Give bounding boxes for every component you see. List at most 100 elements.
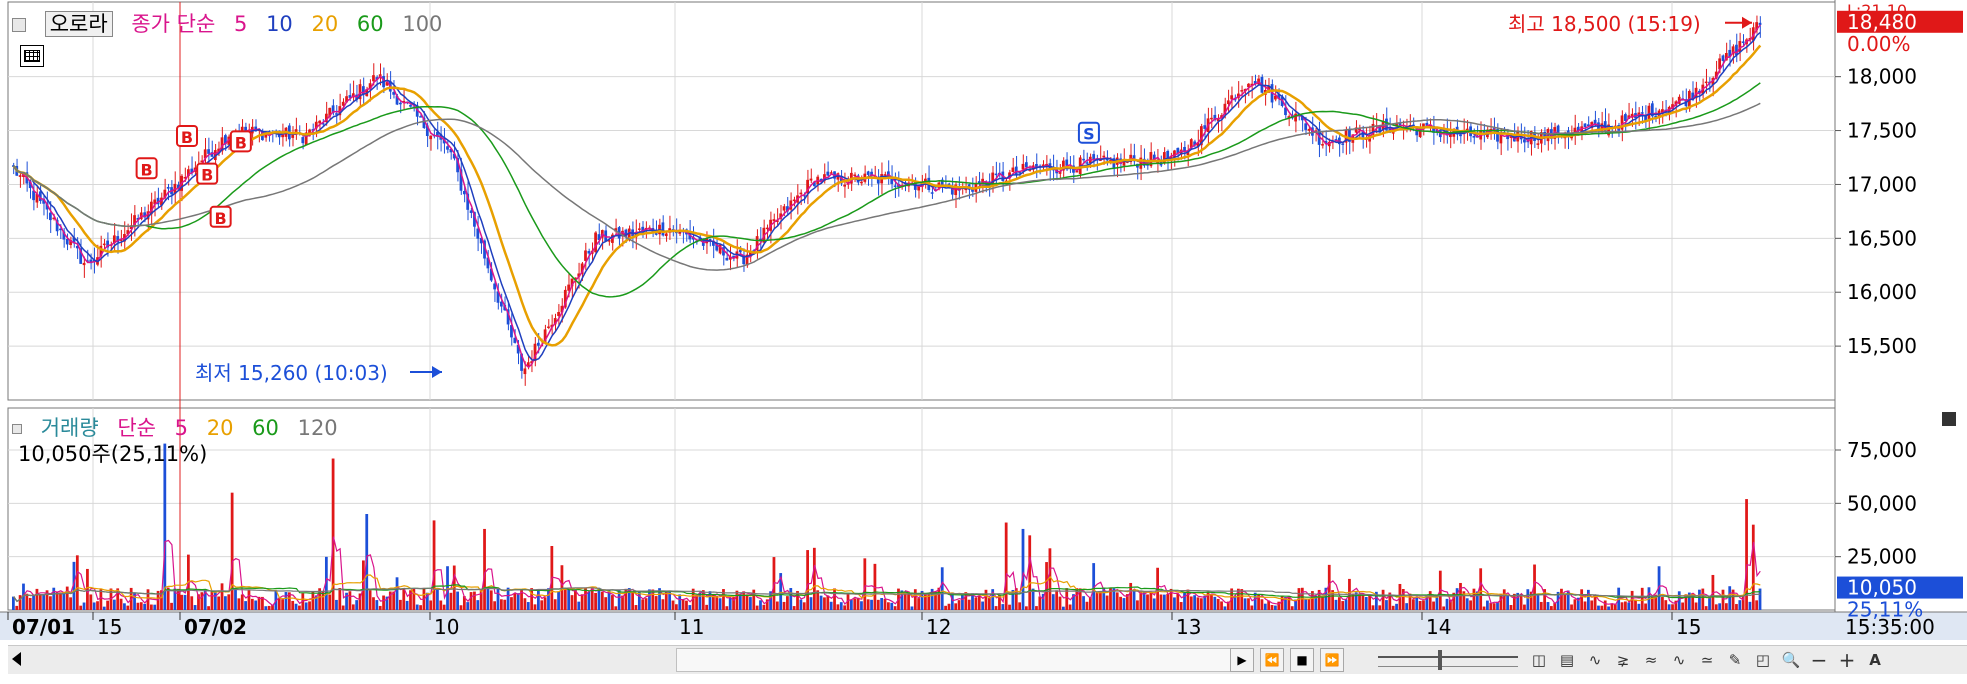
chart-setting-icon[interactable]: ◫ [1528, 649, 1550, 671]
volume-bar [940, 567, 944, 610]
stock-chart-svg: 15,500 16,000 16,500 17,000 17,500 18,000 25,0… [0, 0, 1967, 645]
candle-body [1085, 162, 1089, 164]
zoom-slider-handle[interactable] [1438, 650, 1442, 670]
volume-bar [530, 588, 534, 610]
volume-bar [1634, 599, 1637, 610]
volume-bar [1203, 595, 1207, 610]
ma-100-label[interactable]: 100 [402, 12, 442, 36]
tool-e-icon[interactable]: ✎ [1724, 649, 1746, 671]
volume-tick-label: 75,000 [1847, 438, 1917, 462]
zoom-slider[interactable] [1378, 650, 1518, 670]
volume-bar [267, 605, 271, 610]
candle-body [594, 232, 597, 253]
candle-body [1014, 166, 1018, 175]
tool-f-icon[interactable]: ◰ [1752, 649, 1774, 671]
line-tool-icon[interactable]: ∿ [1584, 649, 1606, 671]
fast-forward-button[interactable]: ⏩ [1320, 648, 1344, 672]
volume-bar [244, 601, 247, 610]
ma-60-label[interactable]: 60 [357, 12, 384, 36]
volume-bar [483, 528, 486, 610]
volume-bar [829, 601, 833, 610]
ma-5-label[interactable]: 5 [234, 12, 247, 36]
volume-bar [1664, 600, 1668, 610]
minus-icon[interactable]: − [1808, 648, 1830, 672]
rewind-button[interactable]: ⏪ [1260, 648, 1284, 672]
volume-panel-close-button[interactable] [1942, 412, 1956, 426]
volume-bar [355, 600, 359, 610]
volume-bar [674, 604, 678, 610]
volume-bar [1465, 598, 1469, 610]
volume-bar [254, 600, 258, 610]
price-indicator-label[interactable]: 종가 단순 [131, 12, 215, 36]
volume-bar [486, 588, 490, 610]
buy-signal-label: B [235, 133, 247, 152]
candle-body [661, 222, 665, 236]
volume-bar [819, 595, 823, 610]
ma-20-label[interactable]: 20 [311, 12, 338, 36]
volume-bar [513, 593, 517, 610]
volume-bar [775, 601, 779, 610]
tool-b-icon[interactable]: ≈ [1640, 649, 1662, 671]
volume-bar [506, 587, 510, 610]
volume-bar [1549, 606, 1553, 610]
volume-bar [503, 599, 507, 610]
ma-10-label[interactable]: 10 [266, 12, 293, 36]
volume-bar [1159, 594, 1163, 610]
volume-bar [250, 598, 254, 610]
vol-ma-20-label[interactable]: 20 [207, 416, 234, 440]
volume-legend-box[interactable] [12, 424, 22, 434]
volume-indicator-label[interactable]: 단순 [117, 416, 156, 440]
date-tick-label: 07/02 [184, 615, 247, 639]
volume-bar [419, 605, 422, 610]
volume-bar [284, 592, 288, 610]
zoom-in-icon[interactable]: 🔍 [1780, 649, 1802, 671]
window-icon[interactable]: ▤ [1556, 649, 1578, 671]
volume-bar [944, 605, 947, 610]
volume-bar [1681, 602, 1684, 610]
volume-bar [560, 565, 564, 610]
tool-a-icon[interactable]: ⪈ [1612, 649, 1634, 671]
text-icon[interactable]: A [1864, 649, 1886, 671]
plus-icon[interactable]: + [1836, 648, 1858, 672]
volume-bar [890, 602, 894, 610]
volume-bar [136, 602, 140, 610]
volume-bar [1085, 601, 1089, 610]
volume-bar [1371, 605, 1375, 610]
candle-body [883, 174, 887, 176]
play-button[interactable]: ▶ [1230, 648, 1254, 672]
bottom-scrollbar[interactable]: ▶ ⏪ ■ ⏩ ◫ ▤ ∿ ⪈ ≈ ∿ ≃ ✎ ◰ 🔍 − + A [8, 645, 1967, 674]
vol-ma-60-label[interactable]: 60 [252, 416, 279, 440]
vol-ma-120-label[interactable]: 120 [298, 416, 338, 440]
buy-signal-label: B [215, 209, 227, 228]
vol-ma-5-label[interactable]: 5 [175, 416, 188, 440]
volume-bar [1721, 589, 1725, 610]
volume-bar [1583, 601, 1587, 610]
volume-bar [1748, 601, 1752, 610]
volume-bar [86, 568, 89, 610]
volume-bar [1570, 604, 1573, 610]
tool-c-icon[interactable]: ∿ [1668, 649, 1690, 671]
stock-name[interactable]: 오로라 [44, 11, 113, 37]
volume-bar [1062, 606, 1065, 610]
volume-bar [82, 602, 86, 610]
volume-bar [981, 601, 984, 610]
tool-d-icon[interactable]: ≃ [1696, 649, 1718, 671]
candle-body [49, 212, 52, 221]
candle-body [860, 181, 863, 184]
scroll-left-arrow[interactable] [12, 652, 21, 666]
volume-bar [1381, 589, 1385, 610]
table-icon[interactable] [20, 45, 44, 67]
volume-bar [553, 599, 557, 610]
volume-bar [298, 605, 301, 610]
price-legend-box[interactable] [12, 18, 26, 32]
stop-button[interactable]: ■ [1290, 648, 1314, 672]
volume-bar [1250, 605, 1254, 610]
volume-bar [493, 601, 497, 610]
scroll-thumb[interactable] [676, 648, 1236, 672]
candle-body [637, 228, 641, 230]
candle-body [1536, 143, 1540, 145]
volume-bar [1048, 548, 1052, 610]
volume-title[interactable]: 거래량 [41, 416, 99, 440]
volume-bar [224, 596, 227, 610]
volume-bar [217, 596, 221, 610]
